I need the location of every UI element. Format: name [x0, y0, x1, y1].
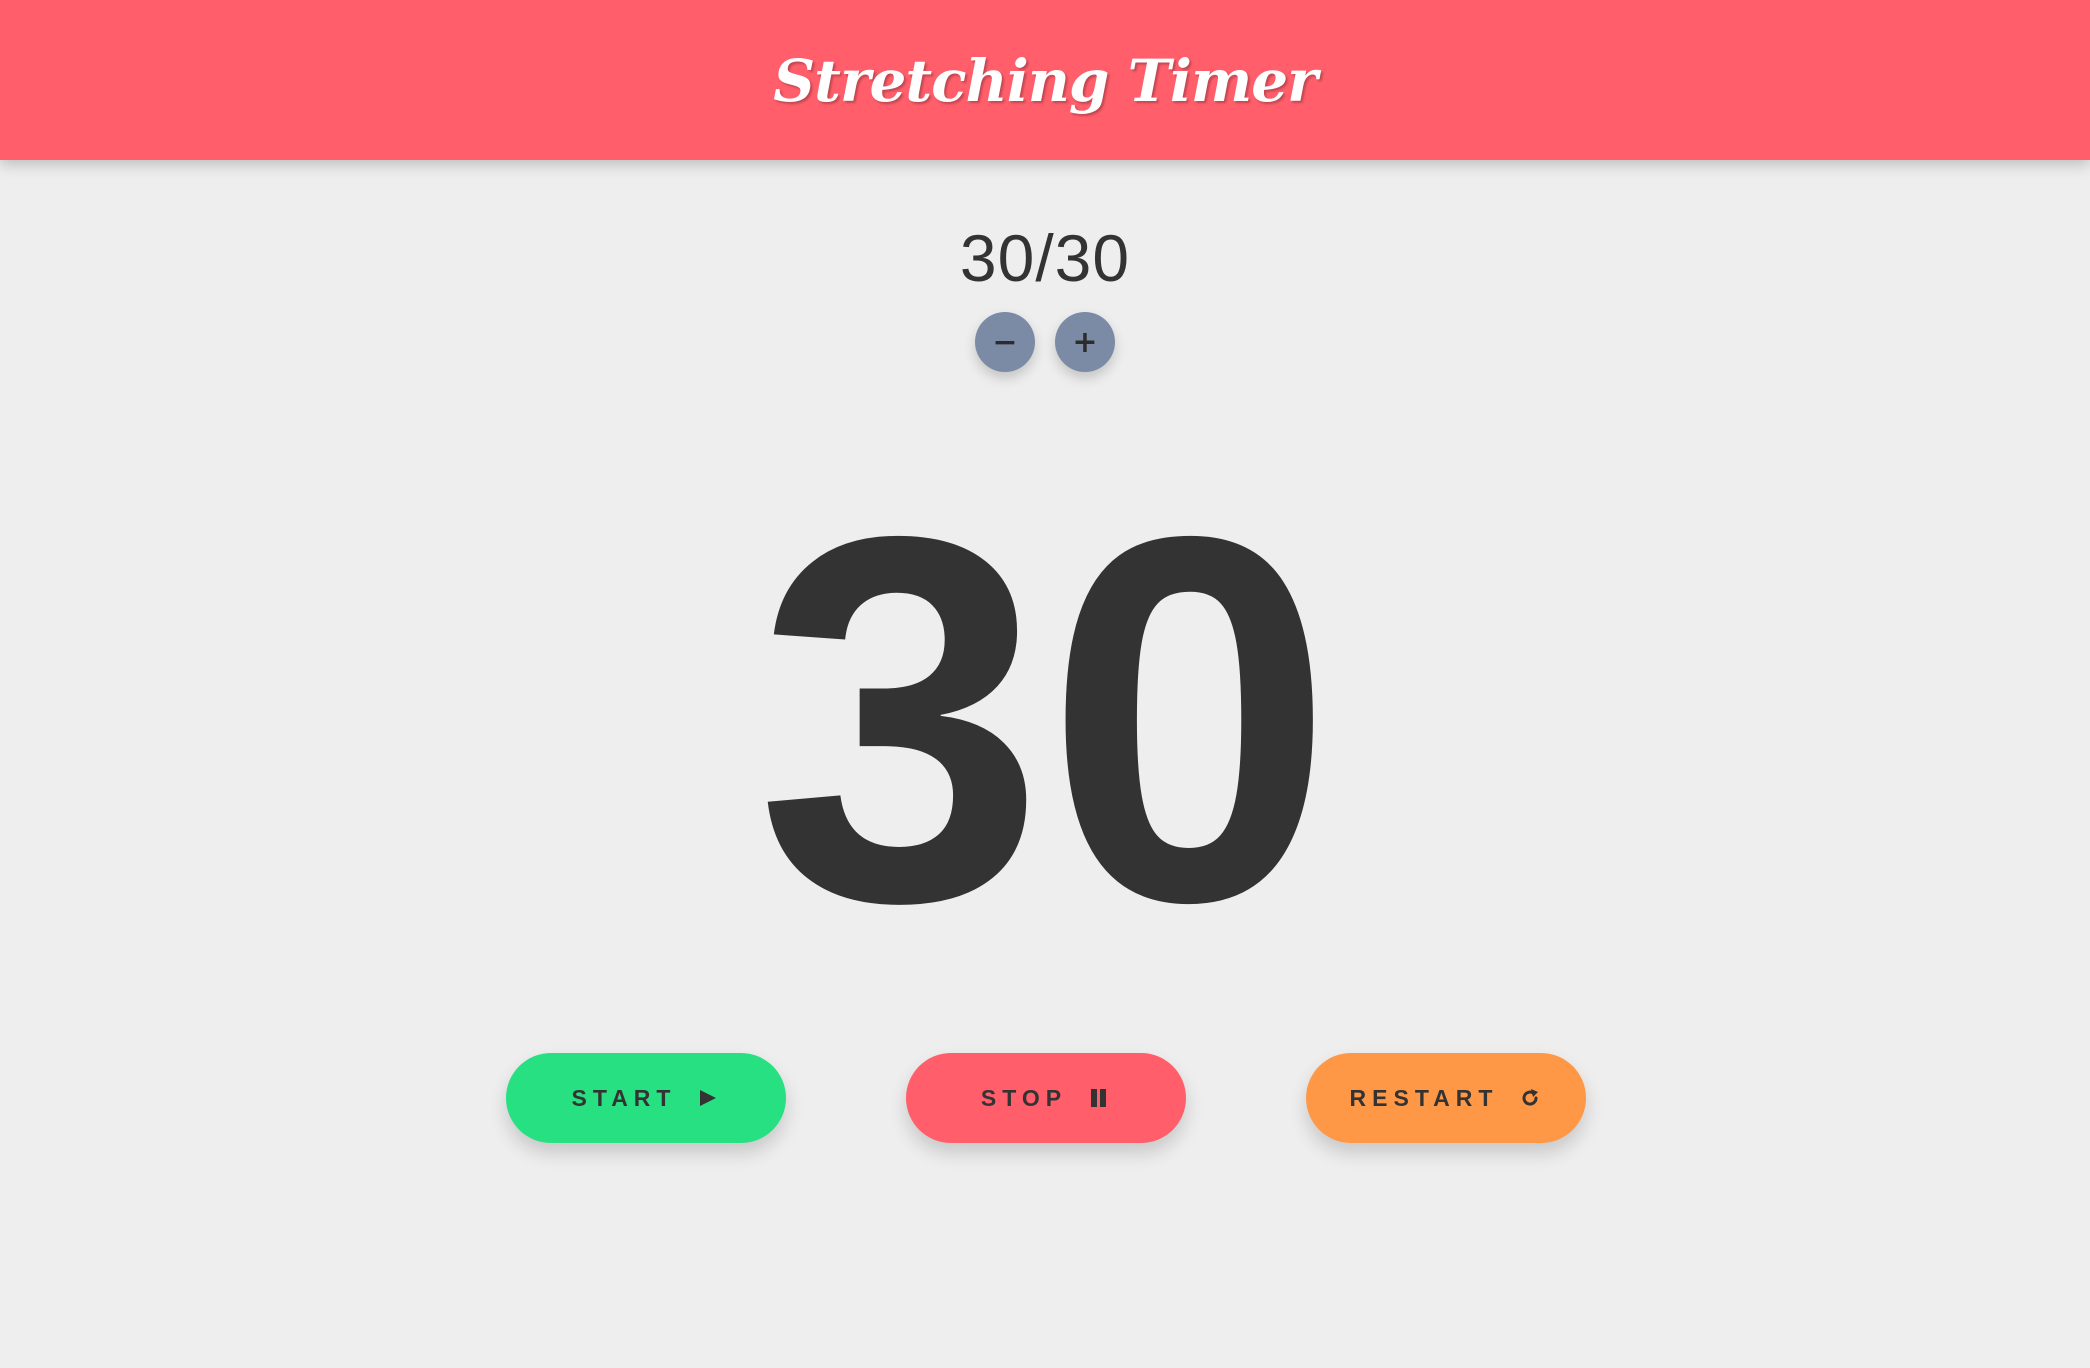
start-button[interactable]: START: [506, 1053, 786, 1143]
stop-button[interactable]: STOP: [906, 1053, 1186, 1143]
decrement-button[interactable]: −: [975, 312, 1035, 372]
restart-icon: [1518, 1086, 1542, 1110]
pause-icon: [1087, 1086, 1111, 1110]
restart-button[interactable]: RESTART: [1306, 1053, 1586, 1143]
countdown-display: 30: [755, 429, 1335, 1010]
app-header: Stretching Timer: [0, 0, 2090, 160]
app-title: Stretching Timer: [773, 47, 1317, 115]
start-button-label: START: [571, 1084, 677, 1111]
increment-button[interactable]: +: [1055, 312, 1115, 372]
play-icon: [696, 1086, 720, 1110]
timer-actions: START STOP RESTART: [0, 1053, 2090, 1143]
round-counter: 30/30: [959, 221, 1131, 295]
stop-button-label: STOP: [980, 1084, 1068, 1111]
restart-button-label: RESTART: [1349, 1084, 1499, 1111]
round-controls: − +: [0, 312, 2090, 372]
